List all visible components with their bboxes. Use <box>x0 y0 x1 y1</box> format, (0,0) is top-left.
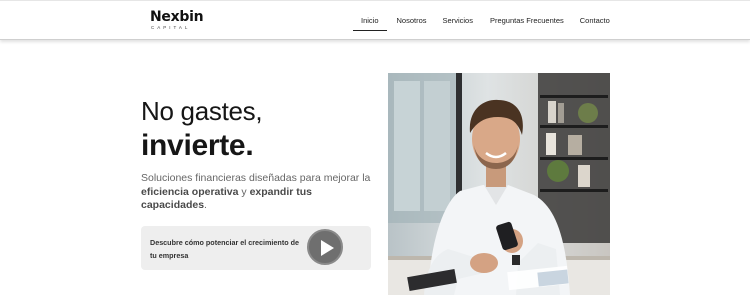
hero-subtitle: Soluciones financieras diseñadas para me… <box>141 172 376 213</box>
hero-photo-illustration <box>388 73 610 295</box>
nav-link-nosotros[interactable]: Nosotros <box>397 1 427 41</box>
main-nav: Inicio Nosotros Servicios Preguntas Frec… <box>353 1 610 41</box>
play-icon <box>321 240 334 256</box>
subtitle-text: Soluciones financieras diseñadas para me… <box>141 172 371 184</box>
play-video-button[interactable] <box>307 229 343 265</box>
nav-link-preguntas-frecuentes[interactable]: Preguntas Frecuentes <box>490 1 564 41</box>
nav-link-contacto[interactable]: Contacto <box>580 1 610 41</box>
hero-title-line1: No gastes, <box>141 96 263 126</box>
hero-photo-man-with-phone <box>388 73 610 295</box>
subtitle-emphasis-efficiency: eficiencia operativa <box>141 185 239 198</box>
brand-name: Nexbin <box>150 9 204 25</box>
brand-logo[interactable]: Nexbin CAPITAL <box>150 10 210 32</box>
top-navbar: Nexbin CAPITAL Inicio Nosotros Servicios… <box>0 0 750 40</box>
brand-tagline: CAPITAL <box>151 25 191 30</box>
cta-text: Descubre cómo potenciar el crecimiento d… <box>150 238 299 260</box>
nav-link-servicios[interactable]: Servicios <box>443 1 473 41</box>
cta-video-card[interactable]: Descubre cómo potenciar el crecimiento d… <box>141 226 371 270</box>
hero-title-line2: invierte. <box>141 129 254 162</box>
subtitle-period: . <box>204 199 207 211</box>
subtitle-text-connector: y <box>238 185 250 198</box>
nav-link-inicio[interactable]: Inicio <box>353 1 386 41</box>
